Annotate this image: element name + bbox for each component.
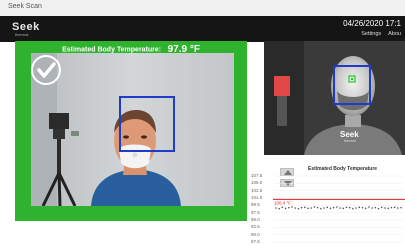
- data-point: [316, 206, 319, 209]
- data-point: [304, 206, 306, 209]
- data-point: [320, 207, 322, 210]
- about-link[interactable]: Abou: [388, 31, 401, 37]
- data-point: [348, 206, 351, 209]
- datetime-display: 04/26/2020 17:1: [343, 19, 401, 28]
- data-point: [291, 206, 293, 208]
- window-title-bar: Seek Scan: [0, 0, 405, 17]
- window-title: Seek Scan: [8, 3, 42, 10]
- data-point: [326, 206, 329, 209]
- data-point: [400, 206, 402, 209]
- data-point: [275, 207, 277, 209]
- check-icon: [31, 55, 61, 85]
- thermal-logo-text: Seek: [340, 130, 359, 139]
- threshold-label: 100.4 °F: [274, 200, 291, 205]
- app-header: Seek thermal 04/26/2020 17:1 Settings Abo…: [0, 16, 405, 42]
- data-point: [313, 206, 316, 208]
- thermal-face-box: [333, 65, 371, 105]
- data-point: [278, 207, 281, 210]
- data-point: [396, 207, 399, 209]
- data-point: [336, 206, 338, 208]
- data-point: [329, 207, 332, 210]
- data-point: [297, 207, 300, 210]
- data-point: [371, 207, 373, 209]
- settings-link[interactable]: Settings: [361, 31, 381, 37]
- logo-subtext: thermal: [15, 32, 29, 37]
- data-point: [281, 206, 284, 209]
- data-point: [364, 207, 367, 210]
- data-point: [342, 207, 345, 210]
- thermal-logo-subtext: thermal: [344, 139, 356, 143]
- data-point: [307, 207, 309, 210]
- data-point: [358, 206, 361, 209]
- data-point: [380, 206, 383, 209]
- data-point: [294, 207, 297, 209]
- data-point: [323, 207, 325, 209]
- data-point: [345, 206, 348, 209]
- data-point: [393, 206, 396, 209]
- data-point: [300, 206, 303, 209]
- data-point: [339, 207, 341, 209]
- data-point: [355, 207, 357, 209]
- data-point: [288, 206, 290, 209]
- data-point: [310, 207, 313, 209]
- data-point: [390, 206, 393, 209]
- header-menu: Settings Abou: [354, 31, 401, 37]
- data-point: [387, 207, 389, 210]
- temperature-readout: Estimated Body Temperature: 97.9 °F: [15, 41, 247, 55]
- data-point: [384, 207, 386, 209]
- data-point: [361, 206, 364, 209]
- temperature-history-chart: Estimated Body Temperature 107.5 105.0 102…: [248, 162, 405, 244]
- data-point: [374, 206, 377, 209]
- data-point: [332, 206, 335, 209]
- seek-logo: Seek thermal: [12, 21, 46, 37]
- data-point: [368, 206, 370, 208]
- data-point: [352, 207, 354, 210]
- data-point: [377, 207, 380, 210]
- data-point: [284, 207, 287, 210]
- face-detection-box: [119, 96, 175, 152]
